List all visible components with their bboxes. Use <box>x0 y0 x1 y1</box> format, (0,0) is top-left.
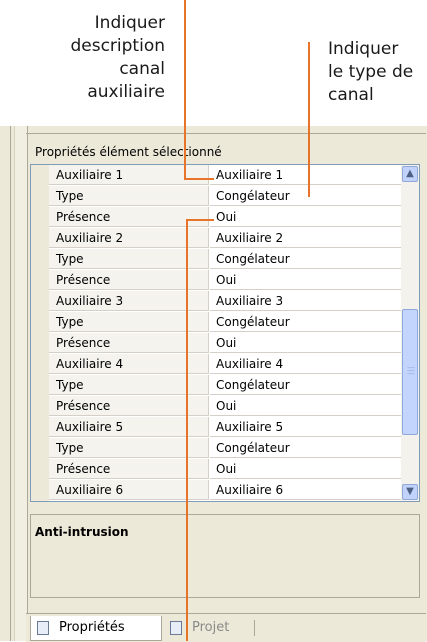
property-value[interactable]: Oui <box>210 333 401 353</box>
table-row[interactable]: Type Congélateur <box>49 312 401 333</box>
property-grid: Auxiliaire 1 Auxiliaire 1 Type Congélateur P… <box>30 164 420 502</box>
table-row[interactable]: Présence Oui <box>49 333 401 354</box>
property-name: Présence <box>49 207 209 227</box>
bottom-tabbar: Propriétés Projet <box>26 613 426 642</box>
tab-label: Propriétés <box>59 620 125 635</box>
property-value[interactable]: Congélateur <box>210 186 401 206</box>
table-row[interactable]: Présence Oui <box>49 207 401 228</box>
table-row[interactable]: Présence Oui <box>49 396 401 417</box>
property-value[interactable]: Auxiliaire 2 <box>210 228 401 248</box>
table-row[interactable]: Auxiliaire 6 Auxiliaire 6 <box>49 480 401 501</box>
grid-gutter <box>31 165 49 501</box>
scroll-thumb[interactable]: — — — <box>402 309 418 435</box>
table-row[interactable]: Présence Oui <box>49 459 401 480</box>
grip-icon: — — — <box>407 363 415 378</box>
table-row[interactable]: Auxiliaire 3 Auxiliaire 3 <box>49 291 401 312</box>
tab-properties[interactable]: Propriétés <box>30 616 162 641</box>
callout-line: Indiquer <box>328 39 399 59</box>
callout-line: auxiliaire <box>87 82 165 102</box>
property-value[interactable]: Congélateur <box>210 438 401 458</box>
table-row[interactable]: Type Congélateur <box>49 186 401 207</box>
callout-line: le type de <box>328 62 414 82</box>
chevron-down-icon[interactable]: ▼ <box>402 484 418 500</box>
leader-line <box>308 42 310 197</box>
property-value[interactable]: Auxiliaire 1 <box>210 165 401 185</box>
table-row[interactable]: Type Congélateur <box>49 375 401 396</box>
property-value[interactable]: Congélateur <box>210 312 401 332</box>
chevron-up-icon[interactable]: ▲ <box>402 166 418 182</box>
property-name: Présence <box>49 459 209 479</box>
property-name: Type <box>49 438 209 458</box>
property-name: Présence <box>49 333 209 353</box>
property-name: Présence <box>49 270 209 290</box>
leader-line <box>186 219 188 641</box>
property-value[interactable]: Congélateur <box>210 249 401 269</box>
callout-line: description <box>70 36 165 56</box>
property-value[interactable]: Oui <box>210 207 401 227</box>
table-row[interactable]: Auxiliaire 1 Auxiliaire 1 <box>49 165 401 186</box>
tab-project[interactable]: Projet <box>164 616 254 640</box>
property-name: Auxiliaire 2 <box>49 228 209 248</box>
property-name: Auxiliaire 6 <box>49 480 209 500</box>
property-name: Auxiliaire 3 <box>49 291 209 311</box>
property-value[interactable]: Congélateur <box>210 375 401 395</box>
property-value[interactable]: Oui <box>210 270 401 290</box>
property-value[interactable]: Auxiliaire 6 <box>210 480 401 500</box>
property-value[interactable]: Oui <box>210 459 401 479</box>
property-name: Auxiliaire 5 <box>49 417 209 437</box>
section-title: Propriétés élément sélectionné <box>35 145 222 159</box>
table-row[interactable]: Type Congélateur <box>49 438 401 459</box>
table-row[interactable]: Auxiliaire 5 Auxiliaire 5 <box>49 417 401 438</box>
callout-line: Indiquer <box>94 13 165 33</box>
leader-line <box>184 0 186 180</box>
property-name: Présence <box>49 396 209 416</box>
table-row[interactable]: Présence Oui <box>49 270 401 291</box>
panel-border <box>14 126 28 641</box>
property-rows: Auxiliaire 1 Auxiliaire 1 Type Congélateur P… <box>49 165 401 501</box>
callout-line: canal <box>119 59 165 79</box>
divider <box>254 620 255 636</box>
property-value[interactable]: Auxiliaire 3 <box>210 291 401 311</box>
property-name: Type <box>49 249 209 269</box>
callout-description: Indiquer description canal auxiliaire <box>15 12 165 104</box>
property-value[interactable]: Auxiliaire 5 <box>210 417 401 437</box>
leader-line <box>184 178 214 180</box>
properties-icon <box>37 621 49 635</box>
property-name: Auxiliaire 4 <box>49 354 209 374</box>
property-value[interactable]: Oui <box>210 396 401 416</box>
vertical-scrollbar[interactable]: ▲ — — — ▼ <box>401 165 419 501</box>
property-name: Type <box>49 186 209 206</box>
table-row[interactable]: Auxiliaire 4 Auxiliaire 4 <box>49 354 401 375</box>
property-name: Type <box>49 312 209 332</box>
table-row[interactable]: Auxiliaire 2 Auxiliaire 2 <box>49 228 401 249</box>
panel-border <box>0 126 11 641</box>
property-name: Type <box>49 375 209 395</box>
tab-label: Projet <box>192 620 230 635</box>
callout-type: Indiquer le type de canal <box>328 38 427 107</box>
table-row[interactable]: Type Congélateur <box>49 249 401 270</box>
project-icon <box>170 621 182 635</box>
callout-line: canal <box>328 85 374 105</box>
description-title: Anti-intrusion <box>35 525 129 539</box>
properties-panel: Propriétés élément sélectionné Auxiliair… <box>0 126 427 642</box>
divider <box>26 133 426 134</box>
leader-line <box>186 219 214 221</box>
description-box: Anti-intrusion <box>30 514 420 598</box>
property-value[interactable]: Auxiliaire 4 <box>210 354 401 374</box>
